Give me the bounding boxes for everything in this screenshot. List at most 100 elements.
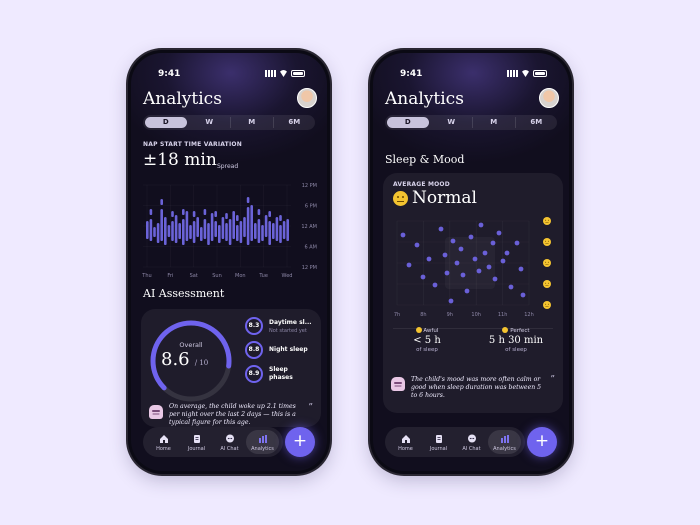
bar <box>210 213 214 241</box>
status-bar: 9:41 <box>131 69 327 81</box>
page-title: Analytics <box>143 89 222 109</box>
nav-journal[interactable]: Journal <box>180 430 213 454</box>
bar <box>246 207 250 245</box>
add-button[interactable]: + <box>285 427 315 457</box>
data-point <box>438 226 444 232</box>
nav-analytics[interactable]: Analytics <box>246 430 279 454</box>
bar <box>239 221 243 243</box>
bar <box>225 223 228 241</box>
score-list: 8.3 Daytime sl... Not started yet 8.8 Ni… <box>245 317 319 389</box>
mood-face-icon <box>543 238 551 246</box>
screen-left: 9:41 Analytics D W M 6M NAP START TIME V… <box>131 53 327 471</box>
data-point <box>406 262 412 268</box>
bar <box>196 217 199 237</box>
bar <box>236 225 239 241</box>
nav-ai-chat[interactable]: AI Chat <box>213 430 246 454</box>
analytics-icon <box>500 435 509 443</box>
segment-6m[interactable]: 6M <box>516 117 558 128</box>
bar <box>182 219 185 245</box>
bar <box>221 217 225 239</box>
data-point <box>460 272 466 278</box>
overall-max: / 10 <box>194 359 209 367</box>
data-point <box>426 256 432 262</box>
bar <box>192 221 196 243</box>
home-icon <box>159 435 168 443</box>
bar <box>174 215 178 243</box>
mood-face-icon <box>543 259 551 267</box>
segment-d[interactable]: D <box>145 117 187 128</box>
x-tick-label: Fri <box>167 273 173 279</box>
wifi-icon <box>279 70 288 77</box>
bar <box>192 211 196 217</box>
score-item[interactable]: 8.9 Sleep phases <box>245 365 319 389</box>
y-tick-label: 12 AM <box>301 224 317 230</box>
bar <box>185 211 189 241</box>
nav-ai-chat[interactable]: AI Chat <box>455 430 488 454</box>
journal-icon <box>435 435 442 443</box>
bar <box>156 223 160 243</box>
nav-journal[interactable]: Journal <box>422 430 455 454</box>
data-point <box>518 266 524 272</box>
data-point <box>492 276 498 282</box>
mood-face-icon <box>543 217 551 225</box>
nav-analytics[interactable]: Analytics <box>488 430 521 454</box>
perfect-face-icon <box>502 327 509 333</box>
assessment-title: AI Assessment <box>143 287 225 300</box>
score-item[interactable]: 8.8 Night sleep <box>245 341 319 365</box>
score-item[interactable]: 8.3 Daytime sl... Not started yet <box>245 317 319 341</box>
bottom-nav: Home Journal AI Chat Analytics <box>385 427 525 457</box>
avatar[interactable] <box>539 88 559 108</box>
bar <box>182 209 185 215</box>
segment-w[interactable]: W <box>189 117 231 128</box>
bar <box>160 199 163 205</box>
bar <box>254 223 257 239</box>
data-point <box>414 242 420 248</box>
segment-m[interactable]: M <box>473 117 516 128</box>
avatar[interactable] <box>297 88 317 108</box>
x-tick-label: Tue <box>258 273 268 279</box>
score-badge: 8.9 <box>245 365 263 383</box>
bar <box>279 215 282 221</box>
status-bar: 9:41 <box>373 69 569 81</box>
mood-face-icon <box>543 280 551 288</box>
add-button[interactable]: + <box>527 427 557 457</box>
bar <box>149 209 153 215</box>
ghost-mascot-icon <box>391 377 405 391</box>
y-tick-label: 6 AM <box>304 245 317 251</box>
bar <box>286 219 289 241</box>
bar <box>272 223 275 239</box>
segment-m[interactable]: M <box>231 117 274 128</box>
segment-6m[interactable]: 6M <box>274 117 316 128</box>
data-point <box>486 264 492 270</box>
bar <box>171 211 174 217</box>
bar <box>171 221 174 241</box>
section-title: Sleep & Mood <box>385 153 465 166</box>
metric-value: ±18 min <box>143 150 217 170</box>
data-point <box>444 270 450 276</box>
segment-w[interactable]: W <box>431 117 473 128</box>
page-title: Analytics <box>385 89 464 109</box>
signal-icon <box>265 70 276 77</box>
metric-label: NAP START TIME VARIATION <box>143 141 242 148</box>
segment-d[interactable]: D <box>387 117 429 128</box>
nav-home[interactable]: Home <box>147 430 180 454</box>
data-point <box>520 292 526 298</box>
bar <box>203 209 207 215</box>
data-point <box>448 298 454 304</box>
neutral-face-icon <box>393 191 408 206</box>
score-label: Daytime sl... <box>269 319 312 326</box>
screen-right: 9:41 Analytics D W M 6M Sleep & Mood AVE… <box>373 53 569 471</box>
bar <box>160 209 163 241</box>
assessment-quote: On average, the child woke up 2.1 times … <box>169 403 296 426</box>
phone-right: 9:41 Analytics D W M 6M Sleep & Mood AVE… <box>370 50 572 474</box>
y-tick-label: 12 PM <box>302 183 317 189</box>
nav-home[interactable]: Home <box>389 430 422 454</box>
status-time: 9:41 <box>158 69 181 79</box>
bar <box>236 215 239 221</box>
bar <box>218 225 221 243</box>
x-tick-label: 7h <box>394 312 400 318</box>
battery-icon <box>291 70 305 77</box>
bar <box>225 213 228 219</box>
chat-icon <box>467 434 476 443</box>
period-segmented-control: D W M 6M <box>385 115 557 130</box>
